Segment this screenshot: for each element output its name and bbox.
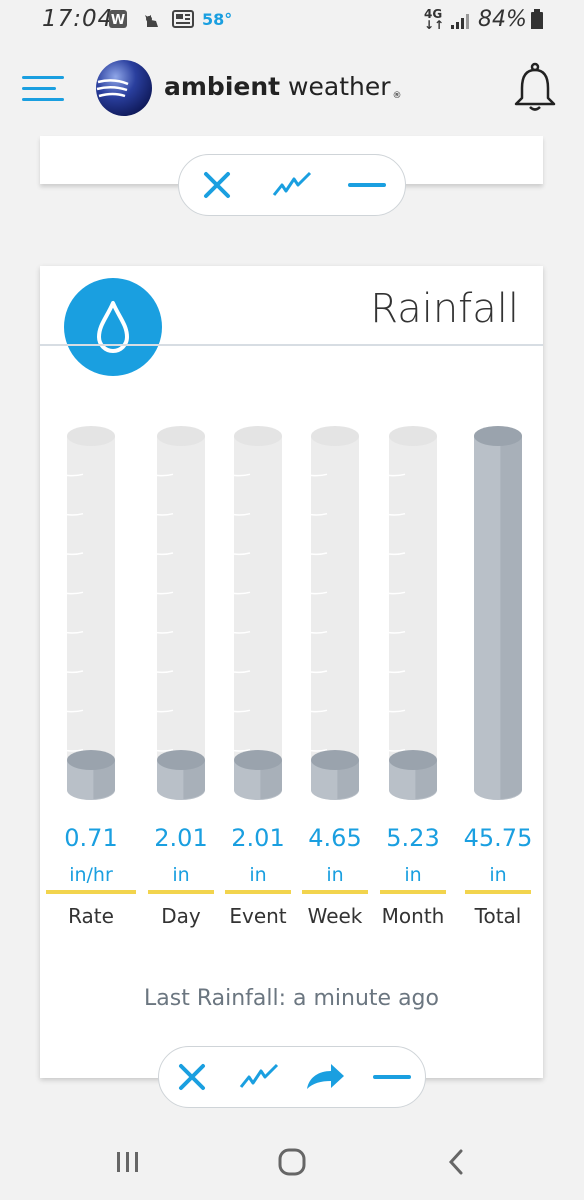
divider (40, 344, 543, 346)
news-icon (172, 10, 194, 28)
battery-percent: 84% (478, 7, 527, 32)
gauge-value: 45.75 (463, 824, 533, 852)
chart-line-icon[interactable] (239, 1057, 279, 1097)
rain-gauge-rate (65, 424, 117, 802)
network-type: 4G ↓↑ (424, 7, 445, 32)
back-icon[interactable] (436, 1144, 476, 1180)
gauge-label: Month (381, 904, 445, 928)
rain-gauge-week (309, 424, 361, 802)
status-time: 17:04 (42, 6, 114, 32)
system-nav-bar (0, 1122, 584, 1200)
close-icon[interactable] (197, 165, 237, 205)
card-title: Rainfall (370, 286, 519, 332)
close-icon[interactable] (172, 1057, 212, 1097)
top-widget-toolbar (178, 154, 406, 216)
gauge-underline (380, 890, 446, 894)
rainfall-card: Rainfall 0.71 in/hr Rate 2.01 in Day 2.01 in Eve… (40, 266, 543, 1078)
status-temperature: 58° (202, 10, 233, 29)
gauge-underline (465, 890, 531, 894)
rain-gauge-month (387, 424, 439, 802)
signal-icon (451, 14, 469, 29)
rain-gauge-day (155, 424, 207, 802)
cat-icon (145, 15, 158, 27)
gauge-underline (46, 890, 136, 894)
ambient-weather-logo-icon (96, 60, 152, 116)
gauge-label: Total (474, 904, 522, 928)
home-icon[interactable] (272, 1144, 312, 1180)
gauge-value: 0.71 (64, 824, 118, 852)
chart-line-icon[interactable] (272, 165, 312, 205)
gauge-value: 5.23 (386, 824, 440, 852)
hamburger-menu-icon[interactable] (22, 76, 64, 102)
gauge-underline (225, 890, 291, 894)
gauge-label: Rate (68, 904, 114, 928)
gauge-value: 4.65 (308, 824, 362, 852)
rain-gauge-total (472, 424, 524, 802)
rainfall-toolbar (158, 1046, 426, 1108)
raindrop-icon (64, 278, 162, 376)
app-header: ambient weather ® (0, 40, 584, 136)
status-bar: 17:04 W 58° 4G ↓↑ 84% (0, 0, 584, 40)
app-logo-text: ambient weather ® (164, 72, 402, 101)
gauge-unit: in/hr (69, 864, 113, 886)
gauge-underline (302, 890, 368, 894)
gauge-unit: in (326, 864, 344, 886)
gauge-unit: in (489, 864, 507, 886)
minimize-icon[interactable] (347, 165, 387, 205)
gauge-underline (148, 890, 214, 894)
battery-icon (531, 9, 543, 29)
share-icon[interactable] (305, 1057, 345, 1097)
svg-text:W: W (111, 13, 125, 28)
gauge-unit: in (404, 864, 422, 886)
rain-gauge-event (232, 424, 284, 802)
gauge-label: Week (307, 904, 363, 928)
minimize-icon[interactable] (372, 1057, 412, 1097)
w-app-icon: W (109, 10, 127, 28)
recent-apps-icon[interactable] (108, 1144, 148, 1180)
notifications-bell-icon[interactable] (512, 62, 558, 114)
last-rainfall-text: Last Rainfall: a minute ago (144, 986, 439, 1011)
